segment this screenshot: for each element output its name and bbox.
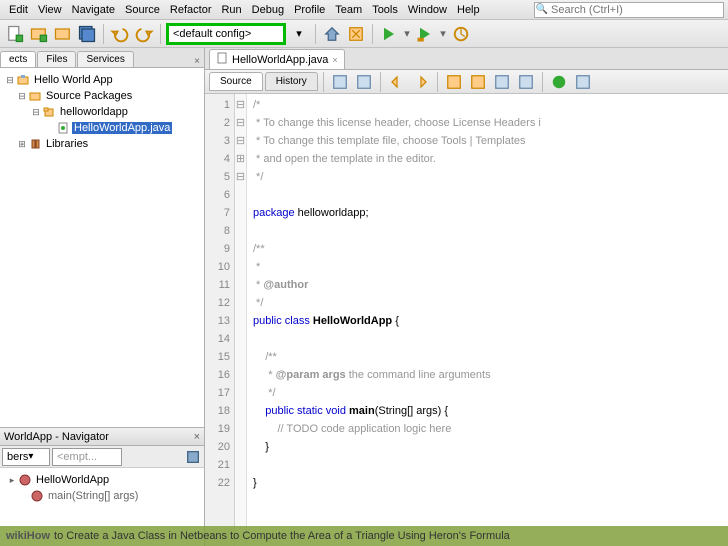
- tree-libraries[interactable]: ⊞Libraries: [2, 136, 202, 152]
- open-button[interactable]: [52, 23, 74, 45]
- fold-gutter[interactable]: ⊟⊟⊟⊞⊟: [235, 94, 247, 546]
- ed-btn-7[interactable]: [491, 71, 513, 93]
- tab-projects[interactable]: ects: [0, 51, 36, 67]
- wikihow-brand: wikiHow: [6, 530, 50, 542]
- build-button[interactable]: [321, 23, 343, 45]
- debug-arrow[interactable]: ▾: [438, 23, 448, 45]
- menu-debug[interactable]: Debug: [247, 2, 289, 18]
- tab-source[interactable]: Source: [209, 72, 263, 91]
- ed-btn-8[interactable]: [515, 71, 537, 93]
- undo-button[interactable]: [109, 23, 131, 45]
- tab-services[interactable]: Services: [77, 51, 133, 67]
- tree-project-root[interactable]: ⊟Hello World App: [2, 72, 202, 88]
- menu-help[interactable]: Help: [452, 2, 485, 18]
- ed-btn-10[interactable]: [572, 71, 594, 93]
- separator: [372, 24, 373, 44]
- separator: [542, 72, 543, 92]
- search-input[interactable]: [549, 4, 723, 16]
- search-icon: 🔍: [535, 3, 549, 17]
- line-numbers: 12345678910111213141516171819202122: [205, 94, 235, 546]
- navigator-filter[interactable]: <empt...: [52, 448, 122, 466]
- navigator-title: WorldApp - Navigator×: [0, 428, 204, 446]
- ed-btn-5[interactable]: [443, 71, 465, 93]
- run-arrow[interactable]: ▾: [402, 23, 412, 45]
- main-toolbar: <default config> ▾ ▾ ▾: [0, 20, 728, 48]
- run-config-dropdown[interactable]: <default config>: [166, 23, 286, 45]
- tab-files[interactable]: Files: [37, 51, 76, 67]
- nav-class[interactable]: ▸HelloWorldApp: [4, 472, 200, 488]
- nav-method[interactable]: main(String[] args): [4, 488, 200, 504]
- editor-panel: HelloWorldApp.java × Source History 1234: [205, 48, 728, 546]
- code-text[interactable]: /* * To change this license header, choo…: [247, 94, 728, 546]
- menu-edit[interactable]: Edit: [4, 2, 33, 18]
- left-panel: ects Files Services × ⊟Hello World App ⊟…: [0, 48, 205, 546]
- separator: [315, 24, 316, 44]
- clean-build-button[interactable]: [345, 23, 367, 45]
- menu-run[interactable]: Run: [216, 2, 246, 18]
- menu-source[interactable]: Source: [120, 2, 165, 18]
- code-area[interactable]: 12345678910111213141516171819202122 ⊟⊟⊟⊞…: [205, 94, 728, 546]
- ed-btn-3[interactable]: [386, 71, 408, 93]
- navigator-settings-icon[interactable]: [184, 448, 202, 466]
- close-icon[interactable]: ×: [194, 431, 200, 443]
- ed-btn-6[interactable]: [467, 71, 489, 93]
- navigator-toolbar: bers ▾ <empt...: [0, 446, 204, 468]
- config-arrow[interactable]: ▾: [288, 23, 310, 45]
- java-file-icon: [216, 52, 228, 67]
- wikihow-caption: wikiHow to Create a Java Class in Netbea…: [0, 526, 728, 546]
- menu-window[interactable]: Window: [403, 2, 452, 18]
- redo-button[interactable]: [133, 23, 155, 45]
- separator: [437, 72, 438, 92]
- separator: [160, 24, 161, 44]
- ed-btn-2[interactable]: [353, 71, 375, 93]
- editor-tabs: HelloWorldApp.java ×: [205, 48, 728, 70]
- tree-source-packages[interactable]: ⊟Source Packages: [2, 88, 202, 104]
- close-tab-icon[interactable]: ×: [332, 55, 337, 65]
- profile-button[interactable]: [450, 23, 472, 45]
- tree-java-file[interactable]: HelloWorldApp.java: [2, 120, 202, 136]
- save-all-button[interactable]: [76, 23, 98, 45]
- editor-toolbar: Source History: [205, 70, 728, 94]
- menu-navigate[interactable]: Navigate: [67, 2, 120, 18]
- project-tabs: ects Files Services ×: [0, 48, 204, 68]
- tab-history[interactable]: History: [265, 72, 318, 91]
- ed-btn-4[interactable]: [410, 71, 432, 93]
- menu-tools[interactable]: Tools: [367, 2, 403, 18]
- menu-refactor[interactable]: Refactor: [165, 2, 217, 18]
- menu-view[interactable]: View: [33, 2, 67, 18]
- separator: [103, 24, 104, 44]
- separator: [323, 72, 324, 92]
- editor-tab[interactable]: HelloWorldApp.java ×: [209, 49, 345, 69]
- project-tree[interactable]: ⊟Hello World App ⊟Source Packages ⊟hello…: [0, 68, 204, 427]
- menu-bar: Edit View Navigate Source Refactor Run D…: [0, 0, 728, 20]
- run-button[interactable]: [378, 23, 400, 45]
- new-project-button[interactable]: [28, 23, 50, 45]
- tree-package[interactable]: ⊟helloworldapp: [2, 104, 202, 120]
- navigator-view-select[interactable]: bers ▾: [2, 448, 50, 466]
- menu-profile[interactable]: Profile: [289, 2, 330, 18]
- global-search[interactable]: 🔍: [534, 2, 724, 18]
- new-file-button[interactable]: [4, 23, 26, 45]
- menu-team[interactable]: Team: [330, 2, 367, 18]
- close-icon[interactable]: ×: [190, 56, 204, 67]
- separator: [380, 72, 381, 92]
- ed-btn-9[interactable]: [548, 71, 570, 93]
- ed-btn-1[interactable]: [329, 71, 351, 93]
- debug-button[interactable]: [414, 23, 436, 45]
